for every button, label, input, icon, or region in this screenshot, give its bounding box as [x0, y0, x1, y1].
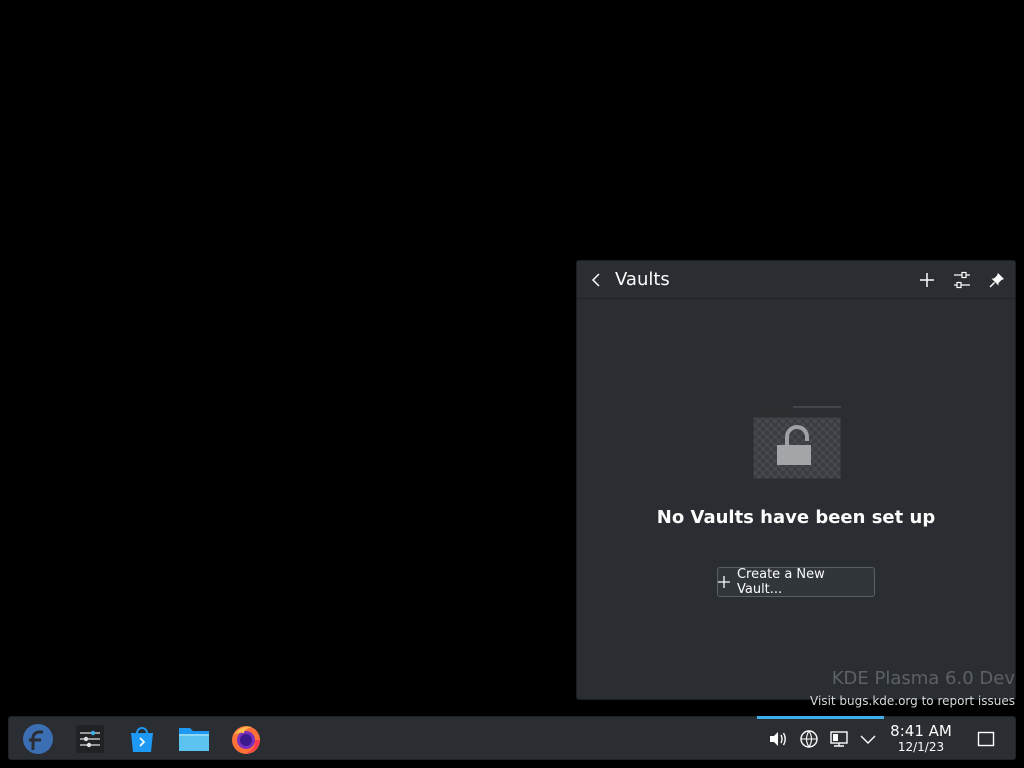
taskbar-panel: 8:41 AM 12/1/23: [8, 716, 1016, 760]
configure-button[interactable]: [949, 267, 975, 293]
task-system-settings[interactable]: [73, 722, 107, 756]
popup-title: Vaults: [615, 269, 670, 290]
tray-network[interactable]: [798, 728, 820, 750]
vault-folder-icon: [753, 403, 841, 480]
pin-icon: [989, 273, 1004, 288]
expand-tray-icon: [860, 735, 876, 744]
tray-expander[interactable]: [857, 728, 879, 750]
watermark-subtitle: Visit bugs.kde.org to report issues: [810, 694, 1015, 708]
plus-icon: [920, 273, 934, 287]
clock-date: 12/1/23: [897, 740, 945, 754]
create-vault-button-label: Create a New Vault...: [736, 567, 825, 597]
display-icon: [830, 731, 848, 747]
create-vault-button[interactable]: Create a New Vault...: [717, 567, 875, 597]
tray-display[interactable]: [828, 728, 850, 750]
firefox-icon: [232, 726, 260, 754]
application-launcher[interactable]: [21, 722, 55, 756]
network-icon: [800, 730, 818, 748]
task-file-manager[interactable]: [177, 722, 211, 756]
digital-clock[interactable]: 8:41 AM 12/1/23: [883, 723, 959, 755]
task-firefox[interactable]: [229, 722, 263, 756]
chevron-left-icon: [591, 273, 600, 287]
tray-volume[interactable]: [767, 728, 789, 750]
volume-icon: [770, 732, 786, 746]
task-discover[interactable]: [125, 722, 159, 756]
file-manager-icon: [179, 728, 209, 751]
back-button[interactable]: [583, 267, 609, 293]
add-vault-button[interactable]: [914, 267, 940, 293]
show-desktop-icon: [977, 731, 995, 747]
empty-state-message: No Vaults have been set up: [656, 507, 936, 528]
discover-store-icon: [131, 727, 153, 752]
configure-sliders-icon: [954, 271, 970, 289]
plus-icon: [718, 576, 730, 588]
show-desktop-button[interactable]: [975, 728, 997, 750]
watermark-title: KDE Plasma 6.0 Dev: [831, 668, 1015, 689]
fedora-launcher-icon: [23, 724, 53, 754]
clock-time: 8:41 AM: [890, 722, 952, 740]
tray-active-indicator: [757, 716, 884, 719]
popup-header: Vaults: [577, 261, 1015, 299]
pin-button[interactable]: [984, 267, 1010, 293]
vaults-popup: Vaults No Vaults have been set up Create…: [576, 260, 1016, 700]
system-settings-icon: [76, 725, 104, 753]
